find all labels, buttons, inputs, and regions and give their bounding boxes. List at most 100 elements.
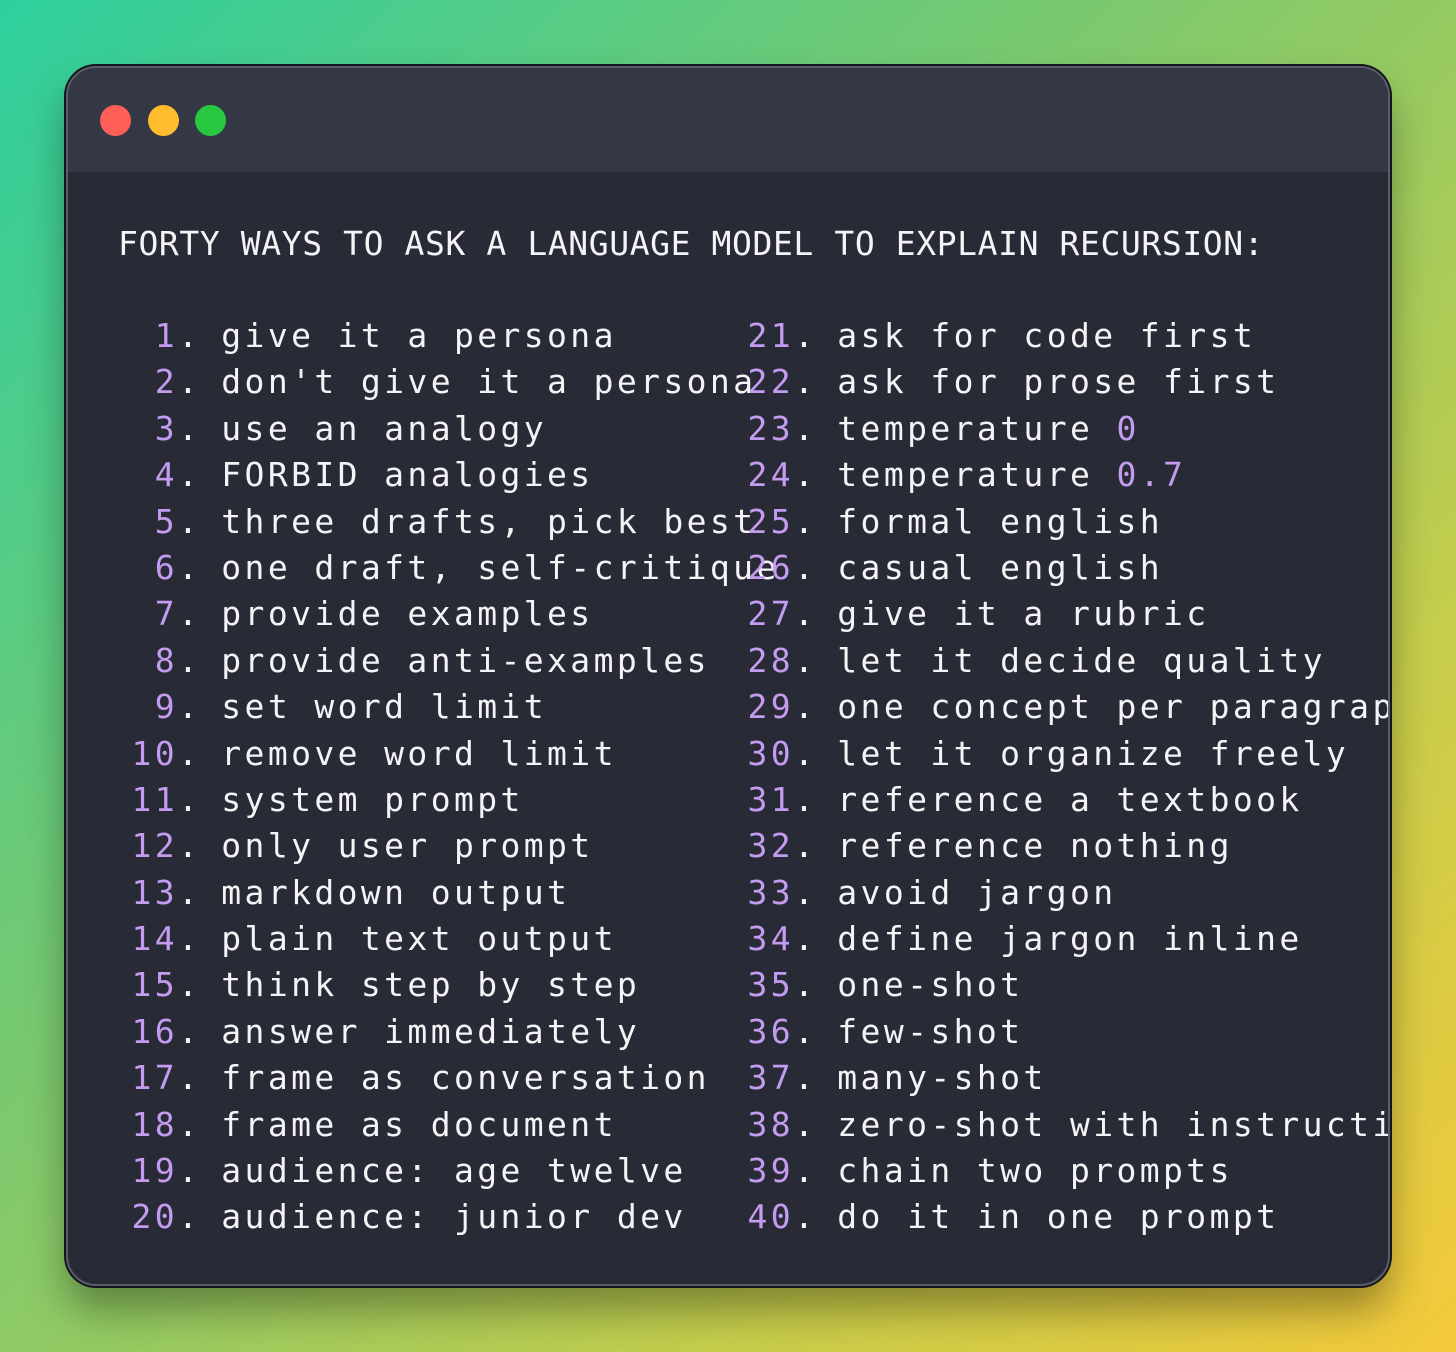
list-item-number: 15 <box>131 965 178 1005</box>
list-item: 35. one-shot <box>734 962 1388 1008</box>
list-item-number: 28 <box>747 640 794 680</box>
list-item-text: markdown output <box>221 872 571 912</box>
list-item-number: 19 <box>131 1151 178 1191</box>
list-item-period: . <box>794 1151 818 1191</box>
list-item-text: audience: age twelve <box>221 1151 687 1191</box>
list-item: 7. provide examples <box>118 591 780 637</box>
list-item: 22. ask for prose first <box>734 359 1388 405</box>
list-item-number: 9 <box>154 687 178 727</box>
list-item-text: ask for prose first <box>837 362 1280 402</box>
list-item-text: three drafts, pick best <box>221 501 757 541</box>
list-item-number: 23 <box>747 408 794 448</box>
list-item: 18. frame as document <box>118 1102 780 1148</box>
list-item-number: 25 <box>747 501 794 541</box>
list-item-period: . <box>794 316 818 355</box>
list-item-period: . <box>178 316 202 355</box>
list-item: 32. reference nothing <box>734 823 1388 869</box>
list-item-text: define jargon inline <box>837 919 1303 959</box>
list-item-text: give it a rubric <box>837 594 1210 634</box>
list-item-text: many-shot <box>837 1058 1047 1098</box>
list-item-period: . <box>178 687 202 727</box>
list-item-text: set word limit <box>221 687 548 727</box>
list-item-period: . <box>794 640 818 680</box>
list-column-left: 1. give it a persona 2. don't give it a p… <box>118 313 780 1241</box>
list-item-text: one-shot <box>837 965 1024 1005</box>
list-item-text: answer immediately <box>221 1011 641 1051</box>
list-item-text: don't give it a persona <box>221 362 757 402</box>
list-item: 8. provide anti-examples <box>118 638 780 684</box>
list-item-period: . <box>178 1104 202 1144</box>
list-item-period: . <box>794 455 818 495</box>
minimize-dot[interactable] <box>148 105 179 136</box>
list-item-number: 27 <box>747 594 794 634</box>
list-item-period: . <box>178 733 202 773</box>
list-item-text: one concept per paragraph <box>837 687 1390 727</box>
list-item-text: remove word limit <box>221 733 617 773</box>
list-item-number: 16 <box>131 1011 178 1051</box>
list-item-period: . <box>178 547 202 587</box>
list-item-text: system prompt <box>221 779 524 819</box>
list-item-number: 26 <box>747 547 794 587</box>
list-item-text: reference a textbook <box>837 779 1303 819</box>
list-item-text: reference nothing <box>837 826 1233 866</box>
list-item-text: formal english <box>837 501 1164 541</box>
list-item: 16. answer immediately <box>118 1009 780 1055</box>
list-item-number: 29 <box>747 687 794 727</box>
list-item-text: frame as document <box>221 1104 617 1144</box>
list-item-period: . <box>794 408 818 448</box>
list-item: 5. three drafts, pick best <box>118 499 780 545</box>
list-item: 29. one concept per paragraph <box>734 684 1390 730</box>
close-dot[interactable] <box>100 105 131 136</box>
list-item-number: 34 <box>747 919 794 959</box>
list-item-number: 21 <box>747 316 794 355</box>
list-item-period: . <box>178 362 202 402</box>
maximize-dot[interactable] <box>195 105 226 136</box>
list-item-period: . <box>794 779 818 819</box>
list-item: 30. let it organize freely <box>734 731 1388 777</box>
list-item-text: use an analogy <box>221 408 548 448</box>
list-item-text: one draft, self-critique <box>221 547 780 587</box>
list-item-number: 6 <box>154 547 178 587</box>
list-item-period: . <box>178 408 202 448</box>
list-item: 15. think step by step <box>118 962 780 1008</box>
list-item-period: . <box>178 779 202 819</box>
list-item-period: . <box>178 501 202 541</box>
list-item: 3. use an analogy <box>118 406 780 452</box>
list-item: 37. many-shot <box>734 1055 1388 1101</box>
list-item-text: few-shot <box>837 1011 1024 1051</box>
list-item-number: 30 <box>747 733 794 773</box>
list-item-text: temperature <box>837 455 1117 495</box>
list-item-period: . <box>178 594 202 634</box>
list-item-period: . <box>794 872 818 912</box>
list-item-period: . <box>178 872 202 912</box>
list-item-text: provide examples <box>221 594 594 634</box>
list-item-text: avoid jargon <box>837 872 1117 912</box>
list-item-period: . <box>178 965 202 1005</box>
list-item-number: 12 <box>131 826 178 866</box>
list-item-number: 17 <box>131 1058 178 1098</box>
list-item: 28. let it decide quality <box>734 638 1388 684</box>
list-item-period: . <box>178 1011 202 1051</box>
list-item-period: . <box>794 919 818 959</box>
list-item-value: 0.7 <box>1116 455 1187 495</box>
list-item-number: 10 <box>131 733 178 773</box>
list-item: 39. chain two prompts <box>734 1148 1388 1194</box>
list-item-text: frame as conversation <box>221 1058 710 1098</box>
list-item-text: only user prompt <box>221 826 594 866</box>
page-title: FORTY WAYS TO ASK A LANGUAGE MODEL TO EX… <box>118 224 1265 263</box>
list-item-period: . <box>794 501 818 541</box>
list-item: 10. remove word limit <box>118 731 780 777</box>
list-item-text: zero-shot with instructions <box>837 1104 1390 1144</box>
list-item: 33. avoid jargon <box>734 870 1388 916</box>
list-item-text: FORBID analogies <box>221 455 594 495</box>
list-item-text: give it a persona <box>221 316 617 355</box>
list-item-number: 35 <box>747 965 794 1005</box>
terminal-window: FORTY WAYS TO ASK A LANGUAGE MODEL TO EX… <box>66 66 1390 1286</box>
list-item-period: . <box>794 1011 818 1051</box>
list-item-number: 5 <box>154 501 178 541</box>
list-item: 25. formal english <box>734 499 1388 545</box>
list-item: 27. give it a rubric <box>734 591 1388 637</box>
list-item: 11. system prompt <box>118 777 780 823</box>
list-item-number: 33 <box>747 872 794 912</box>
list-item-text: let it organize freely <box>837 733 1350 773</box>
